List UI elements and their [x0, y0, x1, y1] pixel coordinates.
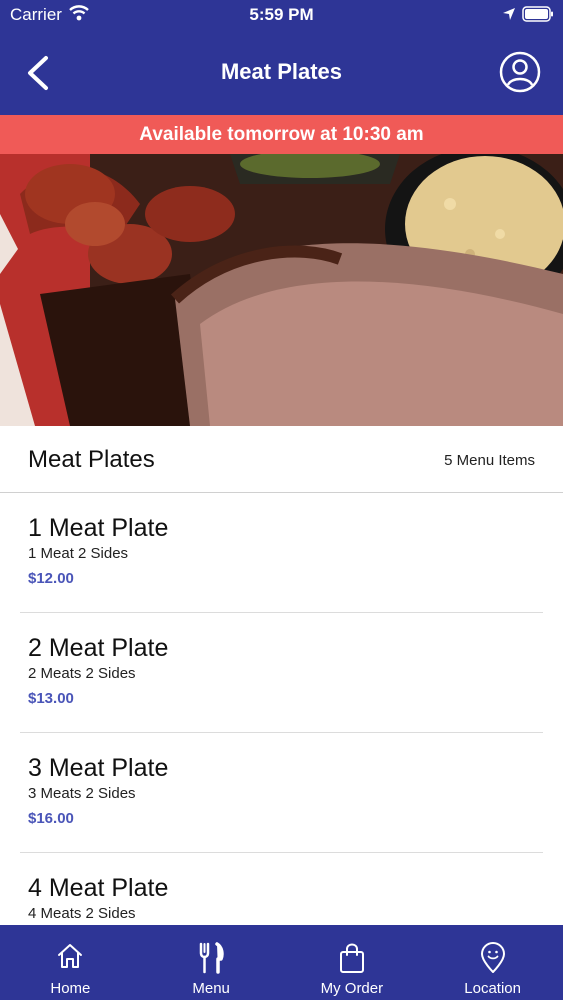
tab-bar: Home Menu My Order Location [0, 925, 563, 1000]
profile-icon[interactable] [498, 50, 542, 94]
section-title: Meat Plates [28, 446, 155, 473]
menu-item[interactable]: 4 Meat Plate 4 Meats 2 Sides [20, 853, 543, 925]
shopping-bag-icon [339, 943, 364, 973]
menu-item-description: 1 Meat 2 Sides [28, 545, 129, 562]
menu-item-name: 2 Meat Plate [28, 634, 169, 662]
tab-label-location: Location [464, 980, 521, 997]
tab-label-home: Home [50, 980, 91, 997]
tab-label-my-order: My Order [320, 980, 384, 997]
menu-item-description: 4 Meats 2 Sides [28, 905, 136, 922]
location-pin-icon [480, 942, 505, 973]
section-header: Meat Plates 5 Menu Items [0, 426, 563, 493]
menu-item[interactable]: 2 Meat Plate 2 Meats 2 Sides $13.00 [20, 613, 543, 733]
menu-item[interactable]: 1 Meat Plate 1 Meat 2 Sides $12.00 [20, 493, 543, 613]
home-icon [58, 944, 83, 968]
menu-item-count: 5 Menu Items [444, 452, 535, 469]
availability-banner: Available tomorrow at 10:30 am [0, 115, 563, 154]
status-bar: Carrier 5:59 PM [0, 0, 563, 30]
tab-label-menu: Menu [192, 980, 230, 997]
location-arrow-icon [503, 8, 515, 20]
fork-knife-icon [199, 942, 224, 974]
status-time: 5:59 PM [249, 5, 314, 24]
menu-item-description: 2 Meats 2 Sides [28, 665, 136, 682]
tab-location[interactable]: Location [422, 925, 563, 1000]
page-title: Meat Plates [220, 59, 343, 84]
menu-item-description: 3 Meats 2 Sides [28, 785, 136, 802]
menu-item-price: $16.00 [28, 810, 74, 827]
menu-item-price: $13.00 [28, 690, 74, 707]
menu-item-price: $12.00 [28, 570, 74, 587]
menu-item-name: 1 Meat Plate [28, 514, 169, 542]
menu-item[interactable]: 3 Meat Plate 3 Meats 2 Sides $16.00 [20, 733, 543, 853]
hero-image [0, 154, 563, 426]
app-header: Carrier 5:59 PM Meat Plates [0, 0, 563, 115]
menu-item-list: 1 Meat Plate 1 Meat 2 Sides $12.00 2 Mea… [0, 493, 563, 925]
menu-item-name: 4 Meat Plate [28, 874, 169, 902]
tab-menu[interactable]: Menu [141, 925, 282, 1000]
tab-home[interactable]: Home [0, 925, 141, 1000]
tab-my-order[interactable]: My Order [282, 925, 423, 1000]
menu-item-name: 3 Meat Plate [28, 754, 169, 782]
battery-icon [522, 6, 553, 22]
